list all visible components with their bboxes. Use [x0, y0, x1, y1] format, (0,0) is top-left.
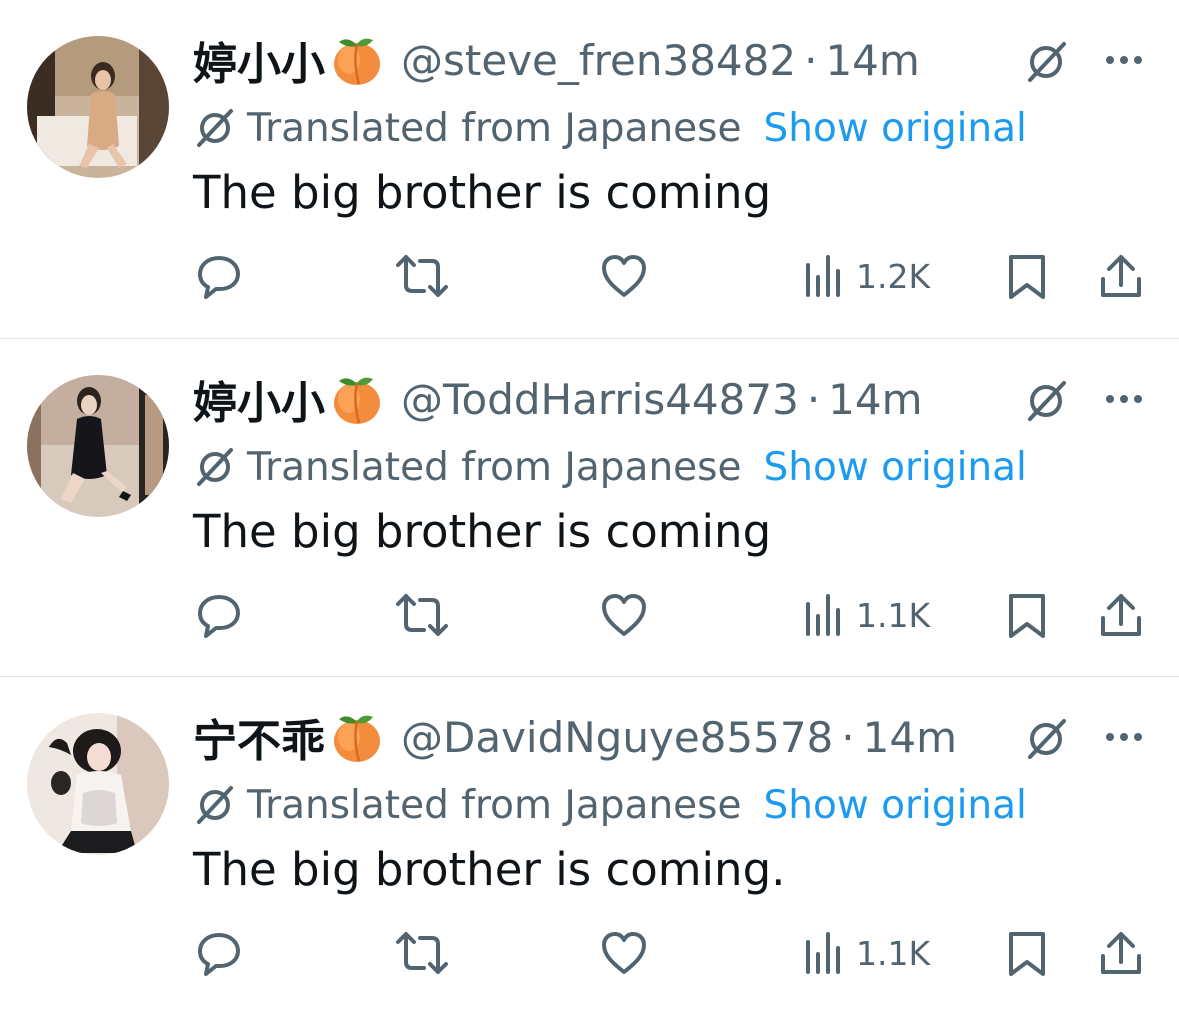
- timestamp[interactable]: 14m: [863, 713, 957, 762]
- more-icon[interactable]: [1102, 389, 1146, 409]
- views-button[interactable]: 1.1K: [802, 585, 930, 645]
- views-icon: [802, 928, 842, 978]
- display-name[interactable]: 婷小小: [193, 28, 325, 92]
- share-icon: [1097, 590, 1145, 640]
- reply-icon: [194, 590, 244, 640]
- more-icon[interactable]: [1102, 50, 1146, 70]
- retweet-button[interactable]: [394, 246, 450, 306]
- avatar[interactable]: [27, 36, 169, 178]
- tweet-header: 婷小小 @ToddHarris44873 · 14m: [193, 367, 923, 431]
- bookmark-button[interactable]: [1005, 585, 1049, 645]
- reply-button[interactable]: [194, 923, 244, 983]
- retweet-icon: [394, 590, 450, 640]
- handle[interactable]: @steve_fren38482: [401, 36, 796, 85]
- reply-icon: [194, 928, 244, 978]
- show-original-link[interactable]: Show original: [763, 783, 1026, 828]
- grok-icon[interactable]: [1022, 377, 1070, 425]
- separator-dot: ·: [841, 712, 855, 762]
- action-bar: 1.1K: [0, 923, 1179, 983]
- timestamp[interactable]: 14m: [828, 375, 922, 424]
- action-bar: 1.2K: [0, 246, 1179, 306]
- translated-label: Translated from Japanese: [247, 105, 742, 151]
- tweet-text: The big brother is coming: [193, 166, 772, 219]
- tweet-text: The big brother is coming.: [193, 843, 786, 896]
- avatar[interactable]: [27, 713, 169, 855]
- tweet[interactable]: 婷小小 @steve_fren38482 · 14m Translated fr…: [0, 0, 1179, 338]
- bookmark-icon: [1005, 251, 1049, 301]
- bookmark-button[interactable]: [1005, 246, 1049, 306]
- share-icon: [1097, 928, 1145, 978]
- like-icon: [598, 590, 650, 640]
- translate-icon: [193, 106, 237, 150]
- avatar[interactable]: [27, 375, 169, 517]
- reply-icon: [194, 251, 244, 301]
- views-count: 1.1K: [856, 595, 931, 635]
- separator-dot: ·: [806, 374, 821, 424]
- handle[interactable]: @DavidNguye85578: [401, 713, 833, 762]
- peach-icon: [329, 32, 385, 88]
- share-button[interactable]: [1097, 585, 1145, 645]
- separator-dot: ·: [804, 35, 818, 85]
- display-name[interactable]: 婷小小: [193, 367, 325, 431]
- translation-notice: Translated from Japanese Show original: [193, 439, 1027, 495]
- display-name[interactable]: 宁不乖: [193, 705, 325, 769]
- show-original-link[interactable]: Show original: [763, 106, 1026, 151]
- tweet-header: 婷小小 @steve_fren38482 · 14m: [193, 28, 920, 92]
- translated-label: Translated from Japanese: [247, 444, 742, 490]
- views-icon: [802, 590, 842, 640]
- translation-notice: Translated from Japanese Show original: [193, 777, 1027, 833]
- tweet-text: The big brother is coming: [193, 505, 772, 558]
- like-icon: [598, 928, 650, 978]
- more-icon[interactable]: [1102, 727, 1146, 747]
- share-button[interactable]: [1097, 246, 1145, 306]
- reply-button[interactable]: [194, 585, 244, 645]
- views-count: 1.2K: [856, 256, 931, 296]
- grok-icon[interactable]: [1022, 38, 1070, 86]
- translated-label: Translated from Japanese: [247, 782, 742, 828]
- action-bar: 1.1K: [0, 585, 1179, 645]
- peach-icon: [329, 709, 385, 765]
- bookmark-icon: [1005, 590, 1049, 640]
- tweet[interactable]: 宁不乖 @DavidNguye85578 · 14m Translated fr…: [0, 677, 1179, 1015]
- handle[interactable]: @ToddHarris44873: [401, 375, 799, 424]
- views-icon: [802, 251, 842, 301]
- bookmark-icon: [1005, 928, 1049, 978]
- retweet-icon: [394, 928, 450, 978]
- timestamp[interactable]: 14m: [825, 36, 919, 85]
- views-count: 1.1K: [856, 933, 931, 973]
- share-button[interactable]: [1097, 923, 1145, 983]
- share-icon: [1097, 251, 1145, 301]
- retweet-icon: [394, 251, 450, 301]
- tweet[interactable]: 婷小小 @ToddHarris44873 · 14m Translated fr…: [0, 339, 1179, 677]
- reply-button[interactable]: [194, 246, 244, 306]
- show-original-link[interactable]: Show original: [763, 445, 1026, 490]
- translate-icon: [193, 445, 237, 489]
- views-button[interactable]: 1.1K: [802, 923, 930, 983]
- grok-icon[interactable]: [1022, 715, 1070, 763]
- views-button[interactable]: 1.2K: [802, 246, 930, 306]
- tweet-header: 宁不乖 @DavidNguye85578 · 14m: [193, 705, 957, 769]
- retweet-button[interactable]: [394, 585, 450, 645]
- translate-icon: [193, 783, 237, 827]
- like-button[interactable]: [598, 246, 650, 306]
- retweet-button[interactable]: [394, 923, 450, 983]
- peach-icon: [329, 371, 385, 427]
- like-button[interactable]: [598, 923, 650, 983]
- like-button[interactable]: [598, 585, 650, 645]
- translation-notice: Translated from Japanese Show original: [193, 100, 1027, 156]
- bookmark-button[interactable]: [1005, 923, 1049, 983]
- like-icon: [598, 251, 650, 301]
